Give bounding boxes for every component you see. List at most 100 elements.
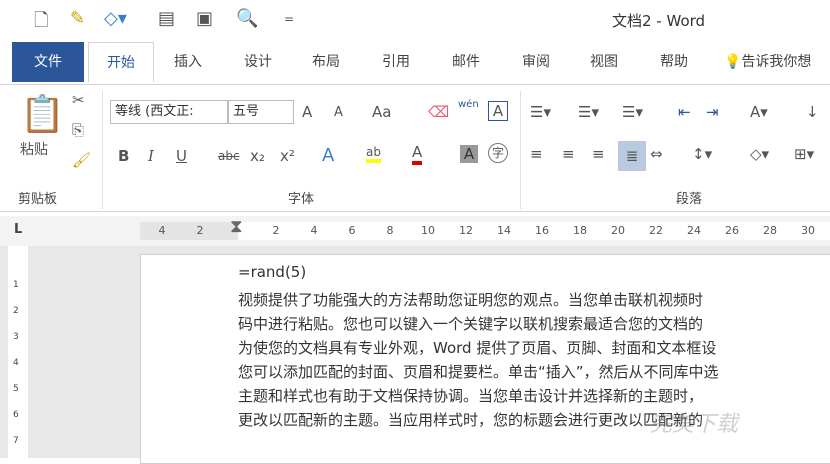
- window-title: 文档2 - Word: [612, 12, 706, 30]
- format-painter-icon[interactable]: ✎: [70, 8, 85, 29]
- increase-indent-icon[interactable]: ⇥: [706, 103, 719, 121]
- new-document-icon[interactable]: 🗋: [34, 8, 48, 38]
- tab-mailings[interactable]: 邮件: [438, 42, 494, 82]
- horizontal-ruler[interactable]: L ⧗ 4 2 2 4 6 8 10 12 14 16 18 20 22 24 …: [0, 216, 830, 246]
- tab-review[interactable]: 审阅: [508, 42, 564, 82]
- ruler-tick: 4: [13, 358, 19, 368]
- ruler-tick: 6: [13, 410, 19, 420]
- align-right-icon[interactable]: ≡: [592, 145, 605, 163]
- picture-icon[interactable]: ▣: [196, 8, 213, 29]
- ribbon-tabs: 文件 开始 插入 设计 布局 引用 邮件 审阅 视图 帮助 💡告诉我你想: [0, 42, 830, 84]
- ruler-tick: 2: [272, 224, 280, 237]
- shapes-icon[interactable]: ◇▾: [104, 8, 127, 29]
- text-box-icon[interactable]: ▤: [158, 8, 175, 29]
- ruler-tick: 22: [649, 224, 663, 237]
- tab-file[interactable]: 文件: [12, 42, 84, 82]
- document-line[interactable]: 视频提供了功能强大的方法帮助您证明您的观点。当您单击联机视频时: [238, 289, 830, 310]
- enclose-characters-button[interactable]: 字: [488, 143, 508, 163]
- ruler-tick: 7: [13, 436, 19, 446]
- clear-formatting-icon[interactable]: ⌫: [428, 103, 449, 121]
- superscript-button[interactable]: x²: [280, 147, 295, 165]
- bullets-icon[interactable]: ☰▾: [530, 103, 551, 121]
- numbering-icon[interactable]: ☰▾: [578, 103, 599, 121]
- tab-view[interactable]: 视图: [576, 42, 632, 82]
- ruler-tick: 14: [497, 224, 511, 237]
- print-preview-icon[interactable]: 🔍: [236, 8, 258, 29]
- shrink-font-button[interactable]: A: [334, 105, 343, 120]
- ribbon-home: 📋 粘贴 ✂ ⎘ 🖌 剪贴板 等线 (西文正: 五号 A A Aa ⌫ wén …: [0, 84, 830, 212]
- highlight-color-button[interactable]: ab: [366, 145, 381, 163]
- document-line[interactable]: 为使您的文档具有专业外观，Word 提供了页眉、页脚、封面和文本框设: [238, 337, 830, 358]
- ruler-tick: 20: [611, 224, 625, 237]
- tab-layout[interactable]: 布局: [298, 42, 354, 82]
- ruler-tick: 8: [386, 224, 394, 237]
- distributed-icon[interactable]: ⇔: [650, 145, 663, 163]
- text-effects-button[interactable]: A: [322, 145, 334, 166]
- tab-design[interactable]: 设计: [230, 42, 286, 82]
- sort-icon[interactable]: ↓: [806, 103, 819, 121]
- justify-icon[interactable]: ≣: [618, 141, 646, 171]
- tell-me-label: 告诉我你想: [741, 54, 812, 70]
- strikethrough-button[interactable]: abc: [218, 149, 240, 163]
- phonetic-guide-button[interactable]: wén: [458, 99, 479, 110]
- shading-icon[interactable]: ◇▾: [750, 145, 769, 163]
- chinese-layout-icon[interactable]: A▾: [750, 103, 768, 121]
- ruler-tick: 24: [687, 224, 701, 237]
- tell-me-box[interactable]: 💡告诉我你想: [724, 42, 830, 82]
- character-border-button[interactable]: A: [488, 101, 508, 121]
- tab-insert[interactable]: 插入: [160, 42, 216, 82]
- subscript-button[interactable]: x₂: [250, 147, 265, 165]
- format-painter-icon[interactable]: 🖌: [72, 151, 91, 169]
- ruler-tick: 1: [13, 280, 19, 290]
- tab-references[interactable]: 引用: [368, 42, 424, 82]
- decrease-indent-icon[interactable]: ⇤: [678, 103, 691, 121]
- ruler-tick: 30: [801, 224, 815, 237]
- underline-button[interactable]: U: [176, 147, 187, 165]
- ruler-tick: 2: [196, 224, 204, 237]
- tab-home[interactable]: 开始: [88, 42, 154, 82]
- ruler-tick: 6: [348, 224, 356, 237]
- paragraph-group-label: 段落: [676, 192, 703, 207]
- font-color-button[interactable]: A: [412, 143, 423, 165]
- multilevel-list-icon[interactable]: ☰▾: [622, 103, 643, 121]
- ruler-tick: 10: [421, 224, 435, 237]
- document-line[interactable]: 您可以添加匹配的封面、页眉和提要栏。单击“插入”，然后从不同库中选: [238, 361, 830, 382]
- change-case-button[interactable]: Aa: [372, 103, 391, 121]
- document-line[interactable]: =rand(5): [238, 263, 830, 281]
- ruler-tick: 5: [13, 384, 19, 394]
- ruler-tick: 28: [763, 224, 777, 237]
- quick-access-toolbar: 🗋 ✎ ◇▾ ▤ ▣ 🔍 = 文档2 - Word: [0, 0, 830, 40]
- italic-button[interactable]: I: [148, 147, 154, 165]
- borders-icon[interactable]: ⊞▾: [794, 145, 814, 163]
- ruler-tick: 4: [158, 224, 166, 237]
- document-line[interactable]: 码中进行粘贴。您也可以键入一个关键字以联机搜索最适合您的文档的: [238, 313, 830, 334]
- character-shading-button[interactable]: A: [460, 145, 478, 163]
- vertical-ruler[interactable]: 1 2 3 4 5 6 7: [8, 246, 28, 458]
- line-spacing-icon[interactable]: ↕▾: [692, 145, 712, 163]
- ruler-tick: 26: [725, 224, 739, 237]
- font-name-select[interactable]: 等线 (西文正:: [110, 100, 228, 124]
- ruler-tick: 16: [535, 224, 549, 237]
- align-left-icon[interactable]: ≡: [530, 145, 543, 163]
- bold-button[interactable]: B: [118, 147, 129, 165]
- ruler-tick: 18: [573, 224, 587, 237]
- font-group-label: 字体: [288, 192, 315, 207]
- customize-qat-button[interactable]: =: [284, 12, 294, 26]
- tab-selector[interactable]: L: [14, 222, 22, 237]
- font-size-select[interactable]: 五号: [228, 100, 294, 124]
- cut-icon[interactable]: ✂: [72, 91, 85, 109]
- ruler-tick: 12: [459, 224, 473, 237]
- tab-help[interactable]: 帮助: [646, 42, 702, 82]
- align-center-icon[interactable]: ≡: [562, 145, 575, 163]
- indent-marker[interactable]: ⧗: [230, 216, 243, 237]
- ruler-tick: 2: [13, 306, 19, 316]
- clipboard-group-label: 剪贴板: [18, 192, 58, 207]
- paste-button[interactable]: 粘贴: [20, 139, 48, 159]
- paste-icon[interactable]: 📋: [20, 93, 65, 135]
- ruler-tick: 3: [13, 332, 19, 342]
- copy-icon[interactable]: ⎘: [72, 121, 84, 139]
- lightbulb-icon: 💡: [724, 54, 742, 70]
- grow-font-button[interactable]: A: [302, 103, 312, 121]
- document-line[interactable]: 主题和样式也有助于文档保持协调。当您单击设计并选择新的主题时，: [238, 385, 830, 406]
- document-line[interactable]: 更改以匹配新的主题。当应用样式时，您的标题会进行更改以匹配新的: [238, 409, 830, 430]
